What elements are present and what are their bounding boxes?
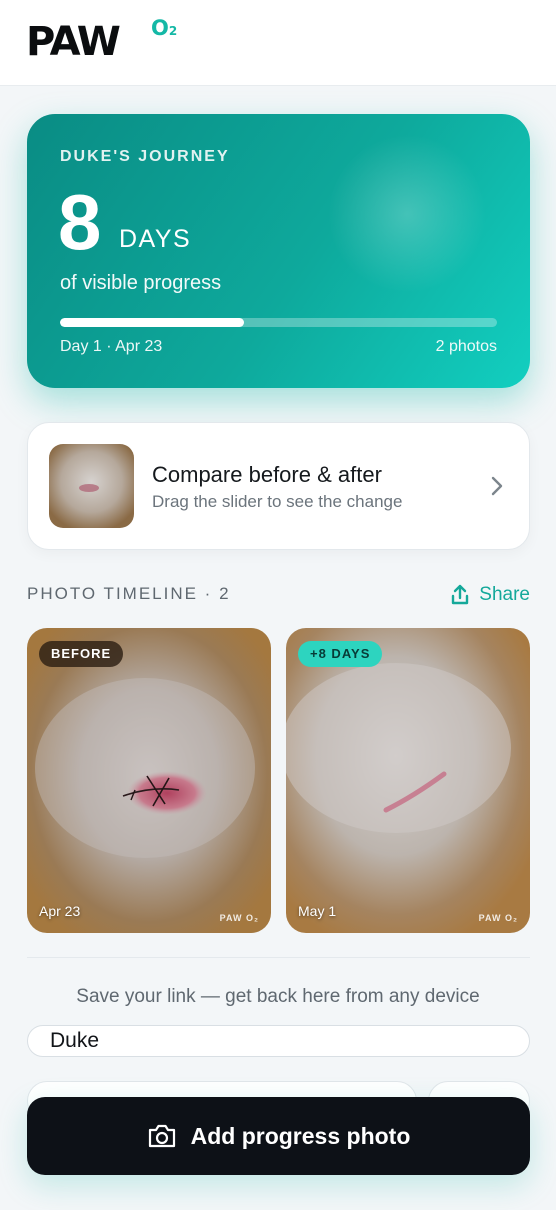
cta-label: Add progress photo: [190, 1122, 411, 1149]
photo-date: May 1: [298, 903, 337, 919]
photo-after[interactable]: +8 DAYS May 1 PAW O₂: [286, 628, 530, 933]
share-icon: [452, 584, 469, 605]
timeline-title: PHOTO TIMELINE · 2: [27, 584, 231, 603]
journey-card: DUKE'S JOURNEY 8 DAYS of visible progres…: [27, 114, 530, 388]
days-count: 8: [58, 178, 102, 266]
app-header: PAW O2: [0, 0, 556, 86]
progress-bar: [60, 318, 497, 327]
start-date-label: Day 1 · Apr 23: [60, 338, 163, 355]
journey-eyebrow: DUKE'S JOURNEY: [60, 148, 230, 165]
add-progress-photo-button[interactable]: Add progress photo: [27, 1097, 530, 1175]
progress-bar-fill: [60, 318, 244, 327]
compare-thumbnail: [49, 444, 134, 528]
days-badge: +8 DAYS: [298, 641, 383, 667]
compare-title: Compare before & after: [152, 462, 382, 487]
compare-subtitle: Drag the slider to see the change: [152, 492, 403, 511]
share-label: Share: [479, 584, 530, 605]
share-button[interactable]: Share: [451, 583, 530, 607]
photo-date: Apr 23: [39, 903, 81, 919]
photo-count-label: 2 photos: [435, 338, 497, 355]
chevron-right-icon: [491, 476, 503, 496]
camera-icon: [148, 1124, 175, 1148]
progress-subtitle: of visible progress: [60, 272, 222, 294]
photo-watermark: PAW O₂: [219, 913, 259, 923]
compare-card[interactable]: Compare before & after Drag the slider t…: [27, 422, 530, 550]
paw-o2-logo[interactable]: PAW O2: [26, 16, 186, 66]
name-input[interactable]: [27, 1025, 530, 1057]
days-unit: DAYS: [119, 225, 192, 253]
hero-glow: [327, 134, 487, 294]
logo-wordmark: PAW: [26, 19, 121, 65]
before-badge: BEFORE: [39, 641, 124, 667]
wound-photo-before: [27, 628, 271, 933]
photo-watermark: PAW O₂: [478, 913, 518, 923]
photo-before[interactable]: BEFORE Apr 23 PAW O₂: [27, 628, 271, 933]
save-link-text: Save your link — get back here from any …: [76, 986, 480, 1007]
wound-photo-after: [286, 628, 530, 933]
logo-o2-mark: O2: [151, 16, 178, 40]
section-divider: [27, 957, 530, 958]
